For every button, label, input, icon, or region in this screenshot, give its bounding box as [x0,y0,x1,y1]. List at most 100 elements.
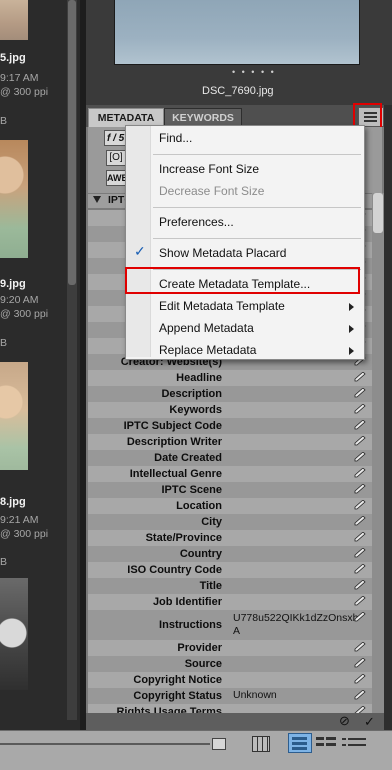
metadata-row[interactable]: Keywords [88,402,372,418]
edit-pencil-icon[interactable] [354,420,366,430]
grid-view-icon[interactable] [252,736,270,752]
metadata-field-label: Location [176,500,222,512]
filmstrip-scrollbar-thumb[interactable] [68,0,76,285]
metadata-row[interactable]: Date Created [88,450,372,466]
metadata-row[interactable]: IPTC Subject Code [88,418,372,434]
metadata-row[interactable]: Location [88,498,372,514]
list-line [326,743,336,746]
menu-item-replace-metadata[interactable]: Replace Metadata [126,340,362,361]
list-view-icon[interactable] [316,736,336,748]
panel-scrollbar[interactable] [372,193,384,713]
metadata-row[interactable]: Source [88,656,372,672]
metadata-row[interactable]: Intellectual Genre [88,466,372,482]
thumbnail-time: 9:21 AM [0,514,39,526]
submenu-arrow-icon [349,325,354,333]
cancel-icon[interactable]: ⊘ [339,714,351,727]
metadata-field-label: State/Province [145,532,222,544]
edit-pencil-icon[interactable] [354,532,366,542]
edit-pencil-icon[interactable] [354,500,366,510]
menu-item-decrease-font-size: Decrease Font Size [126,181,362,202]
metadata-field-label: Keywords [169,404,222,416]
thumbnail-time: 9:17 AM [0,72,39,84]
thumbnail-size-slider[interactable] [0,743,210,745]
metadata-row[interactable]: State/Province [88,530,372,546]
metadata-row[interactable]: Copyright Status Unknown [88,688,372,704]
list-line [342,738,346,740]
menu-item-increase-font-size[interactable]: Increase Font Size [126,159,362,180]
metadata-field-label: Provider [177,642,222,654]
metadata-field-label: Title [199,580,222,592]
collapse-arrow-icon[interactable] [93,196,101,203]
metadata-field-value[interactable]: U778u522QIKk1dZzOnsxhA [233,612,361,638]
edit-pencil-icon[interactable] [354,612,366,622]
metadata-row[interactable]: Copyright Notice [88,672,372,688]
metadata-field-label: ISO Country Code [127,564,222,576]
metadata-field-label: Description [161,388,222,400]
thumbnail-image[interactable] [0,140,28,258]
menu-item-edit-metadata-template[interactable]: Edit Metadata Template [126,296,362,317]
edit-pencil-icon[interactable] [354,452,366,462]
edit-pencil-icon[interactable] [354,658,366,668]
metadata-field-label: Instructions [159,619,222,631]
edit-pencil-icon[interactable] [354,372,366,382]
metadata-field-value[interactable]: Unknown [233,689,361,702]
metadata-row[interactable]: Description Writer [88,434,372,450]
slider-handle[interactable] [212,738,226,750]
compact-list-view-icon[interactable] [342,736,366,748]
thumbnail-resolution: @ 300 ppi [0,528,49,540]
thumbnail-tag: B [0,115,8,127]
panel-scrollbar-thumb[interactable] [373,193,383,233]
thumbnail-tag: B [0,556,8,568]
list-line [292,737,307,740]
apply-check-icon[interactable]: ✓ [364,714,375,730]
thumbnail-resolution: @ 300 ppi [0,308,49,320]
metadata-field-label: Headline [176,372,222,384]
metadata-row[interactable]: Provider [88,640,372,656]
metadata-field-label: Date Created [154,452,222,464]
preview-image[interactable] [114,0,360,65]
metadata-row[interactable]: IPTC Scene [88,482,372,498]
metadata-row[interactable]: ISO Country Code [88,562,372,578]
metadata-row[interactable]: Description [88,386,372,402]
menu-item-find[interactable]: Find... [126,128,362,149]
annotation-highlight-box [125,267,360,294]
metadata-row[interactable]: Title [88,578,372,594]
metadata-row[interactable]: City [88,514,372,530]
details-view-icon[interactable] [288,733,312,753]
list-line [342,744,346,746]
edit-pencil-icon[interactable] [354,642,366,652]
edit-pencil-icon[interactable] [354,468,366,478]
list-line [326,737,336,740]
edit-pencil-icon[interactable] [354,436,366,446]
submenu-arrow-icon [349,347,354,355]
metadata-field-label: IPTC Subject Code [123,420,222,432]
metadata-row[interactable]: Headline [88,370,372,386]
menu-separator [153,207,361,208]
metadata-row[interactable]: Job Identifier [88,594,372,610]
menu-item-preferences[interactable]: Preferences... [126,212,362,233]
metadata-row[interactable]: Instructions U778u522QIKk1dZzOnsxhA [88,610,372,640]
edit-pencil-icon[interactable] [354,596,366,606]
edit-pencil-icon[interactable] [354,484,366,494]
menu-item-label: Show Metadata Placard [159,246,287,260]
edit-pencil-icon[interactable] [354,690,366,700]
edit-pencil-icon[interactable] [354,674,366,684]
thumbnail-image[interactable] [0,362,28,470]
menu-item-label: Find... [159,131,193,145]
edit-pencil-icon[interactable] [354,580,366,590]
rating-dots[interactable]: • • • • • [232,67,276,77]
edit-pencil-icon[interactable] [354,404,366,414]
list-line [348,744,366,746]
edit-pencil-icon[interactable] [354,548,366,558]
metering-badge: [O] [106,150,126,166]
thumbnail-image[interactable] [0,578,28,690]
menu-item-append-metadata[interactable]: Append Metadata [126,318,362,339]
menu-item-label: Append Metadata [159,321,254,335]
edit-pencil-icon[interactable] [354,388,366,398]
metadata-row[interactable]: Country [88,546,372,562]
menu-item-show-metadata-placard[interactable]: Show Metadata Placard [126,243,362,264]
metadata-field-label: Country [179,548,222,560]
thumbnail-image[interactable] [0,0,28,40]
edit-pencil-icon[interactable] [354,564,366,574]
edit-pencil-icon[interactable] [354,516,366,526]
